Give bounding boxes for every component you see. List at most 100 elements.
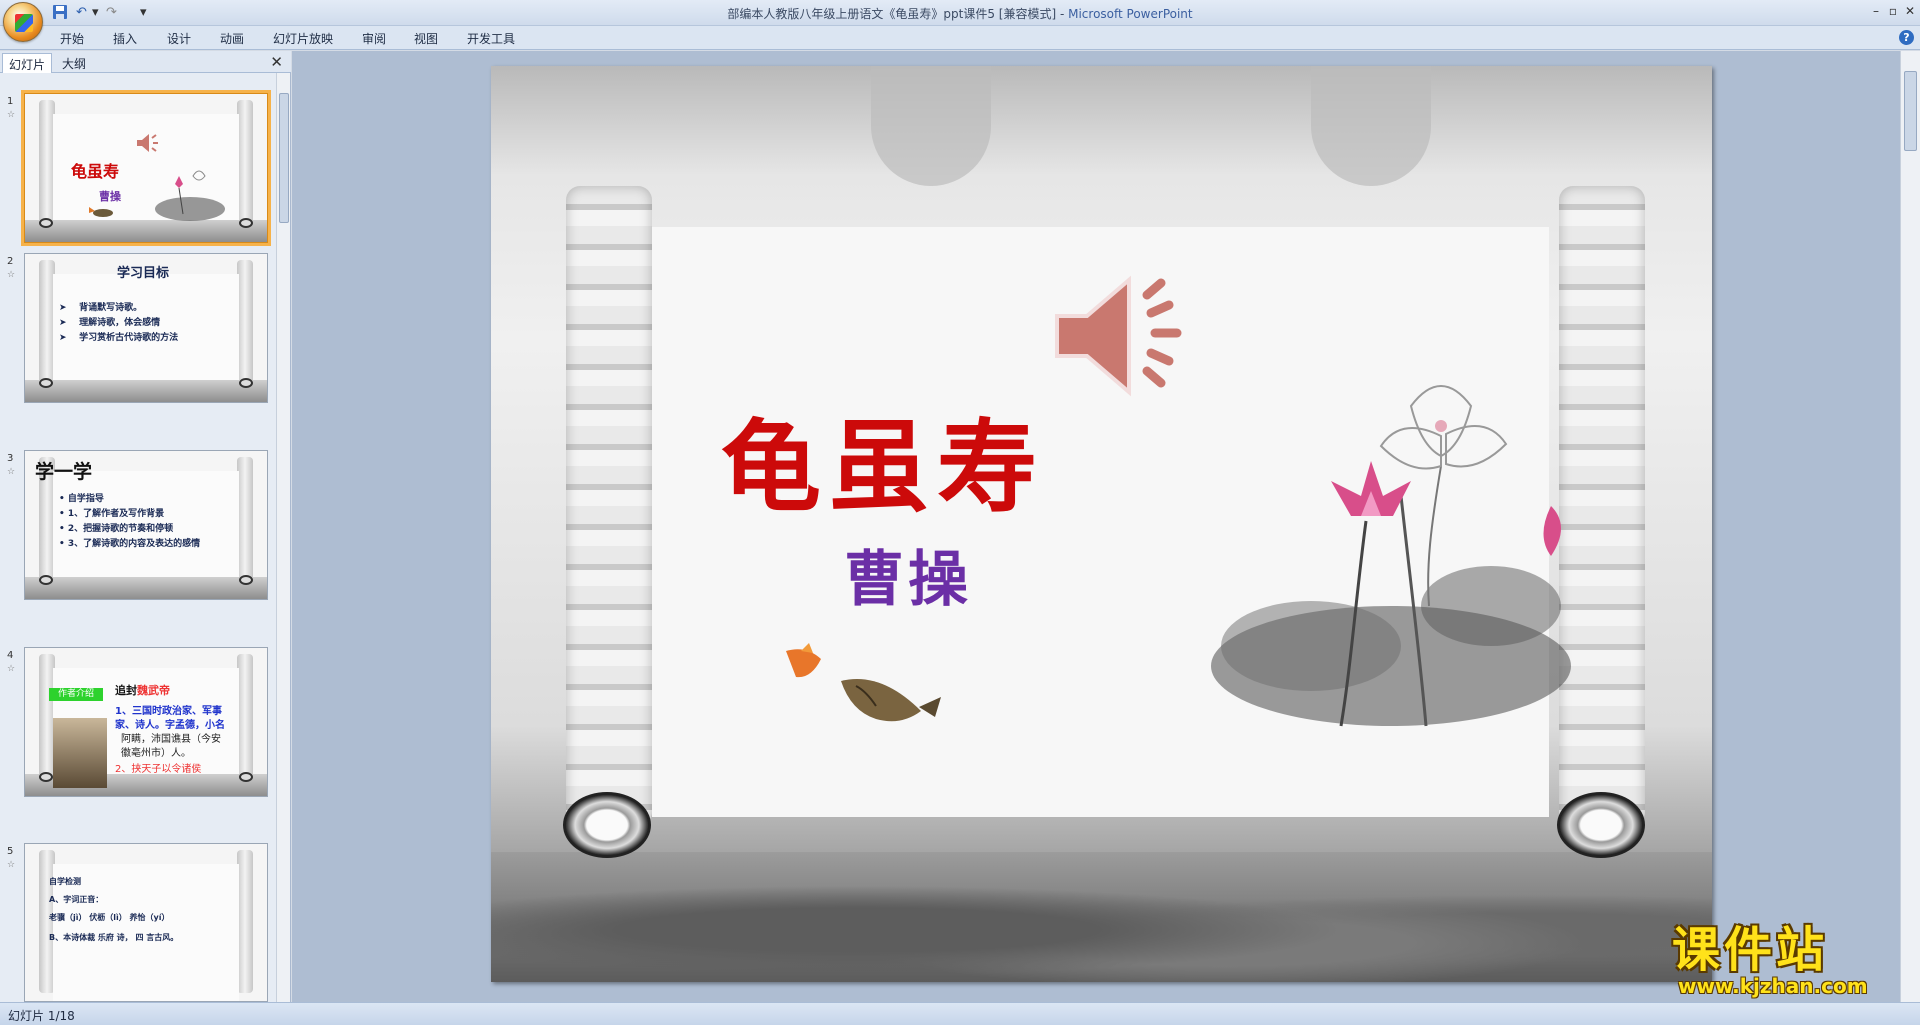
thumb-line: • 自学指导 — [59, 494, 104, 504]
thumb-scroll-right — [237, 260, 253, 394]
close-pane-icon[interactable]: ✕ — [270, 53, 283, 71]
author-badge: 作者介绍 — [49, 688, 103, 701]
ribbon-tabs: 开始 插入 设计 动画 幻灯片放映 审阅 视图 开发工具 ? — [0, 26, 1920, 50]
scroll-roll-right — [1559, 186, 1645, 826]
thumbnail-list: 1 ☆ 龟虽寿 曹操 2 ☆ 学习目标 ➤ 背诵默写诗歌。 ➤ 理解诗歌，体会感… — [0, 73, 276, 1002]
thumb-knob-left — [39, 218, 53, 228]
watermark-logo: 课件站 www.kjzhan.com — [1672, 922, 1900, 1002]
slide-title[interactable]: 龟虽寿 — [721, 386, 1045, 531]
thumb-title: 学习目标 — [117, 266, 170, 281]
main-scrollbar[interactable] — [1900, 51, 1920, 1002]
status-bar: 幻灯片 1/18 — [0, 1002, 1920, 1025]
scroll-end-left — [563, 792, 651, 858]
pane-tabs: 幻灯片 大纲 ✕ — [0, 51, 291, 73]
background-pillar — [1311, 66, 1431, 186]
thumb-title: 学一学 — [35, 461, 93, 483]
lotus-painting-image — [1211, 385, 1571, 727]
tab-animations[interactable]: 动画 — [220, 30, 244, 47]
thumb-line: 阿瞒，沛国谯县（今安 — [121, 734, 221, 745]
thumb-line: 家、诗人。字孟德，小名 — [115, 720, 225, 731]
thumb-line: 2、挟天子以令诸侯 — [115, 764, 202, 775]
document-title: 部编本人教版八年级上册语文《龟虽寿》ppt课件5 [兼容模式] - — [727, 7, 1069, 21]
slide-thumbnail-5[interactable]: 自学检测 A、字词正音： 老骥（jì） 伏枥（lì） 养怡（yí） B、本诗体裁… — [24, 843, 268, 1002]
thumb-scroll-right — [237, 457, 253, 591]
speaker-icon — [137, 134, 158, 152]
thumb-line: ➤ 学习赏析古代诗歌的方法 — [59, 333, 179, 343]
thumb-knob-left — [39, 772, 53, 782]
slide-thumbnail-2[interactable]: 学习目标 ➤ 背诵默写诗歌。 ➤ 理解诗歌，体会感情 ➤ 学习赏析古代诗歌的方法 — [24, 253, 268, 403]
slide-thumbnail-3[interactable]: 学一学 • 自学指导 • 1、了解作者及写作背景 • 2、把握诗歌的节奏和停顿 … — [24, 450, 268, 600]
animation-star-icon: ☆ — [7, 860, 16, 870]
slide-counter: 幻灯片 1/18 — [8, 1009, 75, 1023]
thumb-title-highlight: 魏武帝 — [137, 684, 170, 697]
title-bar: ↶ ▾ ↷ ▾ 部编本人教版八年级上册语文《龟虽寿》ppt课件5 [兼容模式] … — [0, 0, 1920, 42]
thumb-number: 2 — [7, 256, 14, 267]
help-icon[interactable]: ? — [1899, 30, 1914, 45]
tab-outline[interactable]: 大纲 — [56, 53, 92, 73]
speaker-icon[interactable] — [1051, 271, 1191, 401]
thumb-rocks — [25, 577, 267, 599]
office-button[interactable] — [3, 2, 43, 42]
thumb-scroll-right — [237, 654, 253, 788]
tab-developer[interactable]: 开发工具 — [467, 30, 515, 47]
animation-star-icon: ☆ — [7, 270, 16, 280]
tab-insert[interactable]: 插入 — [113, 30, 137, 47]
thumb-line-text: 学习赏析古代诗歌的方法 — [79, 333, 179, 343]
watermark-text: 课件站 — [1672, 922, 1829, 978]
tab-slides[interactable]: 幻灯片 — [2, 53, 53, 73]
office-logo-icon — [15, 14, 33, 32]
animation-star-icon: ☆ — [7, 467, 16, 477]
thumb-scroll-right — [237, 850, 253, 993]
thumb-line-text: 理解诗歌，体会感情 — [79, 318, 161, 328]
thumb-line: B、本诗体裁 乐府 诗， 四 言古风。 — [49, 933, 179, 942]
tab-review[interactable]: 审阅 — [362, 30, 386, 47]
thumb-line: • 3、了解诗歌的内容及表达的感情 — [59, 539, 201, 549]
thumb-knob-right — [239, 575, 253, 585]
tab-home[interactable]: 开始 — [60, 30, 84, 47]
thumb-line: 老骥（jì） 伏枥（lì） 养怡（yí） — [49, 913, 170, 922]
window-title: 部编本人教版八年级上册语文《龟虽寿》ppt课件5 [兼容模式] - Micros… — [0, 5, 1920, 22]
slide-thumbnail-4[interactable]: 作者介绍 追封魏武帝 1、三国时政治家、军事 家、诗人。字孟德，小名 阿瞒，沛国… — [24, 647, 268, 797]
thumb-line: • 2、把握诗歌的节奏和停顿 — [59, 524, 174, 534]
slide-thumbnail-1[interactable]: 龟虽寿 曹操 — [21, 90, 271, 246]
portrait-image — [53, 718, 107, 788]
background-pillar — [871, 66, 991, 186]
slide-author[interactable]: 曹操 — [844, 531, 972, 618]
close-button[interactable]: ✕ — [1900, 2, 1920, 20]
rocks-background — [491, 852, 1712, 982]
animation-star-icon: ☆ — [7, 664, 16, 674]
thumb-title-prefix: 追封 — [115, 684, 137, 697]
thumb-line: ➤ 理解诗歌，体会感情 — [59, 318, 161, 328]
thumb-number: 4 — [7, 650, 14, 661]
thumb-knob-right — [239, 218, 253, 228]
tab-slideshow[interactable]: 幻灯片放映 — [273, 30, 333, 47]
thumb-title: 追封魏武帝 — [115, 682, 170, 698]
tab-view[interactable]: 视图 — [414, 30, 438, 47]
animation-star-icon: ☆ — [7, 110, 16, 120]
tab-design[interactable]: 设计 — [167, 30, 191, 47]
thumb-line: • 1、了解作者及写作背景 — [59, 509, 165, 519]
watermark-url: www.kjzhan.com — [1678, 974, 1868, 998]
fish-image — [89, 207, 113, 217]
thumb-line: 1、三国时政治家、军事 — [115, 706, 222, 717]
thumb-line: A、字词正音： — [49, 895, 104, 904]
thumb-title: 龟虽寿 — [71, 162, 120, 181]
thumb-author: 曹操 — [99, 190, 121, 203]
slide-canvas[interactable]: 龟虽寿 曹操 — [491, 66, 1712, 982]
scrollbar-thumb[interactable] — [1904, 71, 1917, 151]
thumbnail-scrollbar[interactable] — [276, 73, 290, 1002]
app-name: Microsoft PowerPoint — [1068, 7, 1193, 21]
thumb-knob-left — [39, 575, 53, 585]
slides-pane: 幻灯片 大纲 ✕ 1 ☆ 龟虽寿 曹操 2 ☆ 学习目标 ➤ 背诵默写诗歌。 ➤… — [0, 51, 291, 1002]
thumb-line: ➤ 背诵默写诗歌。 — [59, 303, 143, 313]
thumb-line: 自学检测 — [49, 877, 81, 886]
thumb-number: 1 — [7, 96, 14, 107]
scrollbar-thumb[interactable] — [279, 93, 289, 223]
scroll-end-right — [1557, 792, 1645, 858]
thumb-knob-right — [239, 378, 253, 388]
thumb-line: 徽亳州市）人。 — [121, 748, 191, 759]
thumb-line-text: 背诵默写诗歌。 — [79, 303, 143, 313]
thumb-knob-right — [239, 772, 253, 782]
lotus-image — [155, 170, 225, 221]
thumb-number: 3 — [7, 453, 14, 464]
